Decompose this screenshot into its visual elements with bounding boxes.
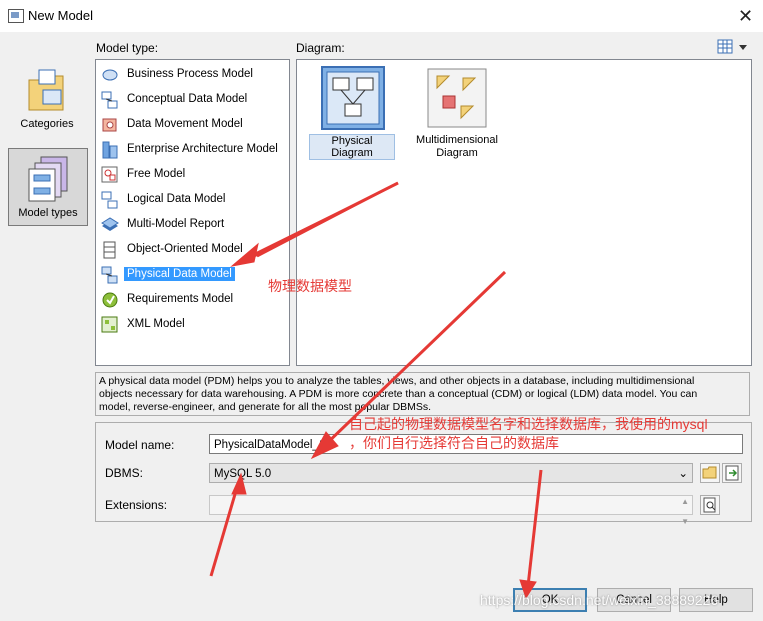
new-model-dialog: New Model ✕ Model type: Diagram: Categor… xyxy=(0,0,763,621)
annotation-arrows xyxy=(209,181,543,600)
annotation-choose-db: ，你们自行选择符合自己的数据库 xyxy=(349,435,559,451)
arrow-to-dbms xyxy=(209,483,240,577)
watermark: https://blog.csdn.net/weixin_38889226 xyxy=(480,592,719,608)
annotation-model-name: 自己起的物理数据模型名字和选择数据库，我使用的mysql xyxy=(349,416,708,432)
arrow-to-ok xyxy=(526,469,543,587)
annotation-physical-model: 物理数据模型 xyxy=(268,278,352,294)
